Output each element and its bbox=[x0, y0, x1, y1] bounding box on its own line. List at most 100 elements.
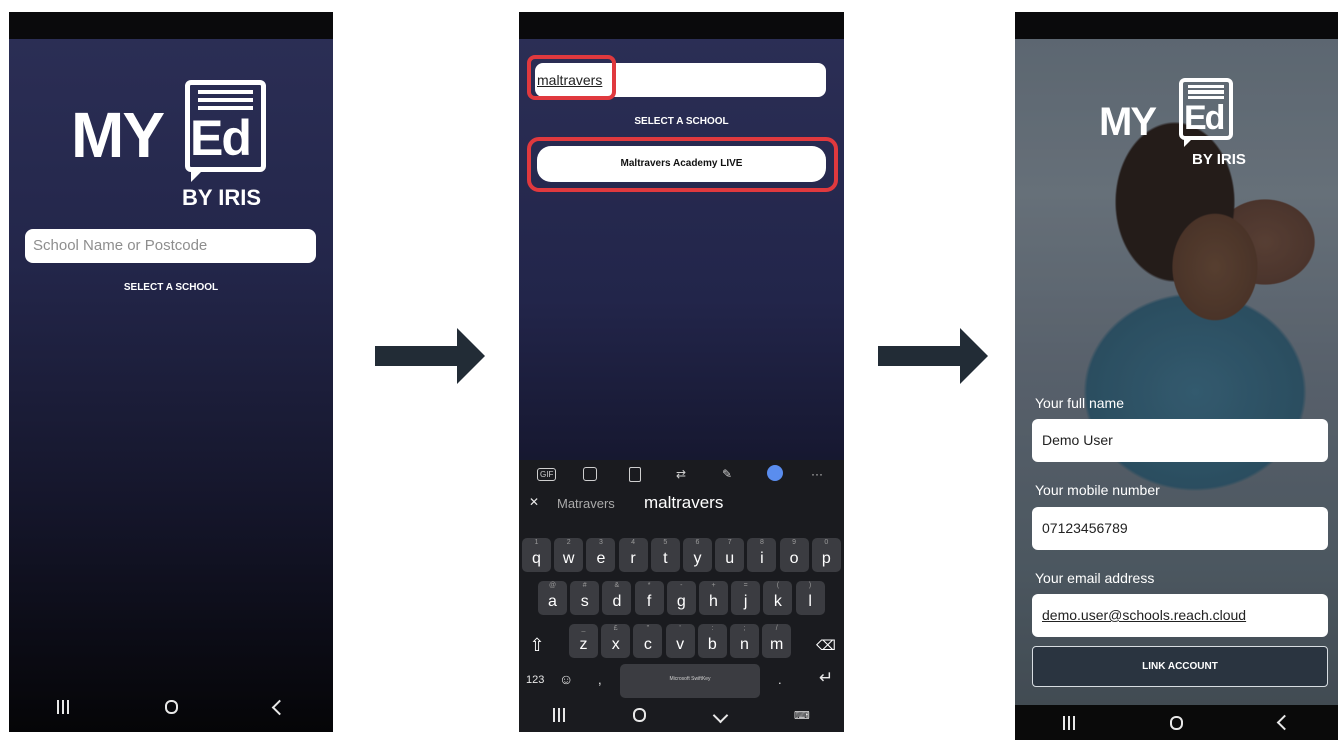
key-hint: " bbox=[646, 625, 650, 632]
key-hint: ( bbox=[776, 582, 780, 589]
recent-apps-icon[interactable] bbox=[553, 708, 566, 722]
key-char: i bbox=[760, 550, 764, 567]
numbers-key[interactable]: 123 bbox=[526, 674, 544, 686]
key-q[interactable]: 1q bbox=[522, 538, 551, 572]
translate-icon[interactable]: ⇄ bbox=[676, 467, 686, 481]
key-char: a bbox=[548, 593, 557, 610]
school-search-input[interactable]: School Name or Postcode bbox=[25, 229, 316, 263]
back-icon[interactable] bbox=[1276, 714, 1293, 731]
key-p[interactable]: 0p bbox=[811, 538, 841, 572]
key-char: o bbox=[789, 550, 799, 567]
pen-icon[interactable]: ✎ bbox=[722, 467, 732, 481]
key-y[interactable]: 6y bbox=[683, 538, 712, 572]
key-d[interactable]: & d bbox=[602, 581, 632, 615]
sticker-icon[interactable] bbox=[583, 467, 597, 481]
key-g[interactable]: -g bbox=[666, 581, 696, 615]
key-char: r bbox=[630, 550, 636, 567]
key-j[interactable]: = j bbox=[731, 581, 761, 615]
key-hint: + bbox=[711, 582, 716, 589]
keyboard-switch-icon[interactable]: ⌨ bbox=[794, 709, 810, 722]
key-l[interactable]: ) l bbox=[795, 581, 825, 615]
more-icon[interactable]: ··· bbox=[811, 467, 823, 481]
search-highlight-box bbox=[527, 55, 616, 100]
full-name-label: Your full name bbox=[1035, 395, 1124, 411]
key-char: x bbox=[611, 636, 620, 653]
key-r[interactable]: 4r bbox=[618, 538, 648, 572]
key-char: u bbox=[725, 550, 735, 567]
key-char: q bbox=[532, 550, 541, 567]
key-n[interactable]: ; n bbox=[730, 624, 759, 658]
key-e[interactable]: 3e bbox=[586, 538, 616, 572]
key-hint: 9 bbox=[792, 539, 797, 546]
key-a[interactable]: @ a bbox=[538, 581, 567, 615]
key-char: p bbox=[821, 550, 831, 567]
key-char: m bbox=[770, 636, 784, 653]
android-nav-bar bbox=[9, 682, 333, 732]
key-t[interactable]: 5t bbox=[650, 538, 680, 572]
key-hint: ; bbox=[743, 625, 746, 632]
shift-key[interactable]: ⇧ bbox=[523, 624, 551, 658]
emoji-icon[interactable]: ☺ bbox=[559, 671, 573, 687]
key-hint: / bbox=[775, 625, 778, 632]
close-suggestions-icon[interactable]: ✕ bbox=[529, 495, 539, 509]
key-i[interactable]: 8i bbox=[747, 538, 777, 572]
flow-arrow-icon bbox=[375, 328, 485, 384]
clipboard-icon[interactable] bbox=[629, 467, 641, 482]
key-hint: ) bbox=[808, 582, 812, 589]
suggestion-item[interactable]: maltravers bbox=[644, 493, 723, 513]
key-h[interactable]: + h bbox=[699, 581, 728, 615]
key-hint: = bbox=[743, 582, 748, 589]
gif-icon[interactable]: GIF bbox=[537, 468, 557, 481]
suggestion-item[interactable]: Matravers bbox=[557, 496, 615, 511]
key-o[interactable]: 9o bbox=[779, 538, 809, 572]
full-name-input[interactable]: Demo User bbox=[1032, 419, 1328, 462]
flow-arrow-icon bbox=[878, 328, 988, 384]
recent-apps-icon[interactable] bbox=[57, 700, 69, 714]
home-icon[interactable] bbox=[1170, 715, 1184, 730]
key-hint: £ bbox=[613, 625, 618, 632]
key-hint: : bbox=[711, 625, 714, 632]
key-char: y bbox=[693, 550, 702, 567]
back-icon[interactable] bbox=[271, 699, 288, 715]
mobile-number-input[interactable]: 07123456789 bbox=[1032, 507, 1328, 550]
backspace-key[interactable]: ⌫ bbox=[812, 624, 840, 658]
comma-key[interactable]: , bbox=[598, 672, 602, 687]
key-char: f bbox=[646, 593, 652, 610]
key-char: v bbox=[676, 636, 685, 653]
key-char: d bbox=[612, 593, 622, 610]
logo-my-text: MY bbox=[71, 99, 165, 171]
bulb-icon[interactable] bbox=[767, 465, 783, 481]
link-account-button[interactable]: LINK ACCOUNT bbox=[1032, 646, 1328, 687]
key-m[interactable]: / m bbox=[762, 624, 792, 658]
key-k[interactable]: (k bbox=[763, 581, 793, 615]
logo-ed-text: Ed bbox=[1184, 99, 1225, 137]
key-b[interactable]: :b bbox=[697, 624, 727, 658]
home-icon[interactable] bbox=[633, 708, 647, 722]
space-key[interactable]: Microsoft SwiftKey bbox=[620, 664, 760, 698]
recent-apps-icon[interactable] bbox=[1062, 715, 1075, 730]
school-search-screen: MY Ed BY IRIS School Name or Postcode SE… bbox=[9, 12, 333, 732]
key-w[interactable]: 2w bbox=[554, 538, 584, 572]
key-hint: - bbox=[680, 582, 683, 589]
hide-keyboard-icon[interactable] bbox=[712, 707, 728, 723]
key-char: b bbox=[707, 636, 717, 653]
android-nav-bar bbox=[1015, 705, 1338, 740]
key-c[interactable]: " c bbox=[633, 624, 663, 658]
key-v[interactable]: ' v bbox=[665, 624, 695, 658]
key-f[interactable]: * f bbox=[634, 581, 664, 615]
key-z[interactable]: _ z bbox=[569, 624, 598, 658]
home-icon[interactable] bbox=[165, 700, 178, 714]
enter-icon[interactable]: ↵ bbox=[819, 668, 833, 688]
key-u[interactable]: 7u bbox=[715, 538, 745, 572]
key-char: g bbox=[676, 593, 686, 610]
key-char: w bbox=[562, 550, 575, 567]
key-hint: 7 bbox=[727, 539, 732, 546]
key-s[interactable]: # s bbox=[570, 581, 600, 615]
key-x[interactable]: £ x bbox=[601, 624, 631, 658]
logo-by-iris-text: BY IRIS bbox=[1192, 151, 1246, 168]
key-hint: @ bbox=[548, 582, 557, 589]
period-key[interactable]: . bbox=[778, 672, 782, 687]
email-address-input[interactable]: demo.user@schools.reach.cloud bbox=[1032, 594, 1328, 637]
key-hint: 5 bbox=[663, 539, 668, 546]
school-results-screen: maltravers SELECT A SCHOOL Maltravers Ac… bbox=[519, 12, 844, 732]
